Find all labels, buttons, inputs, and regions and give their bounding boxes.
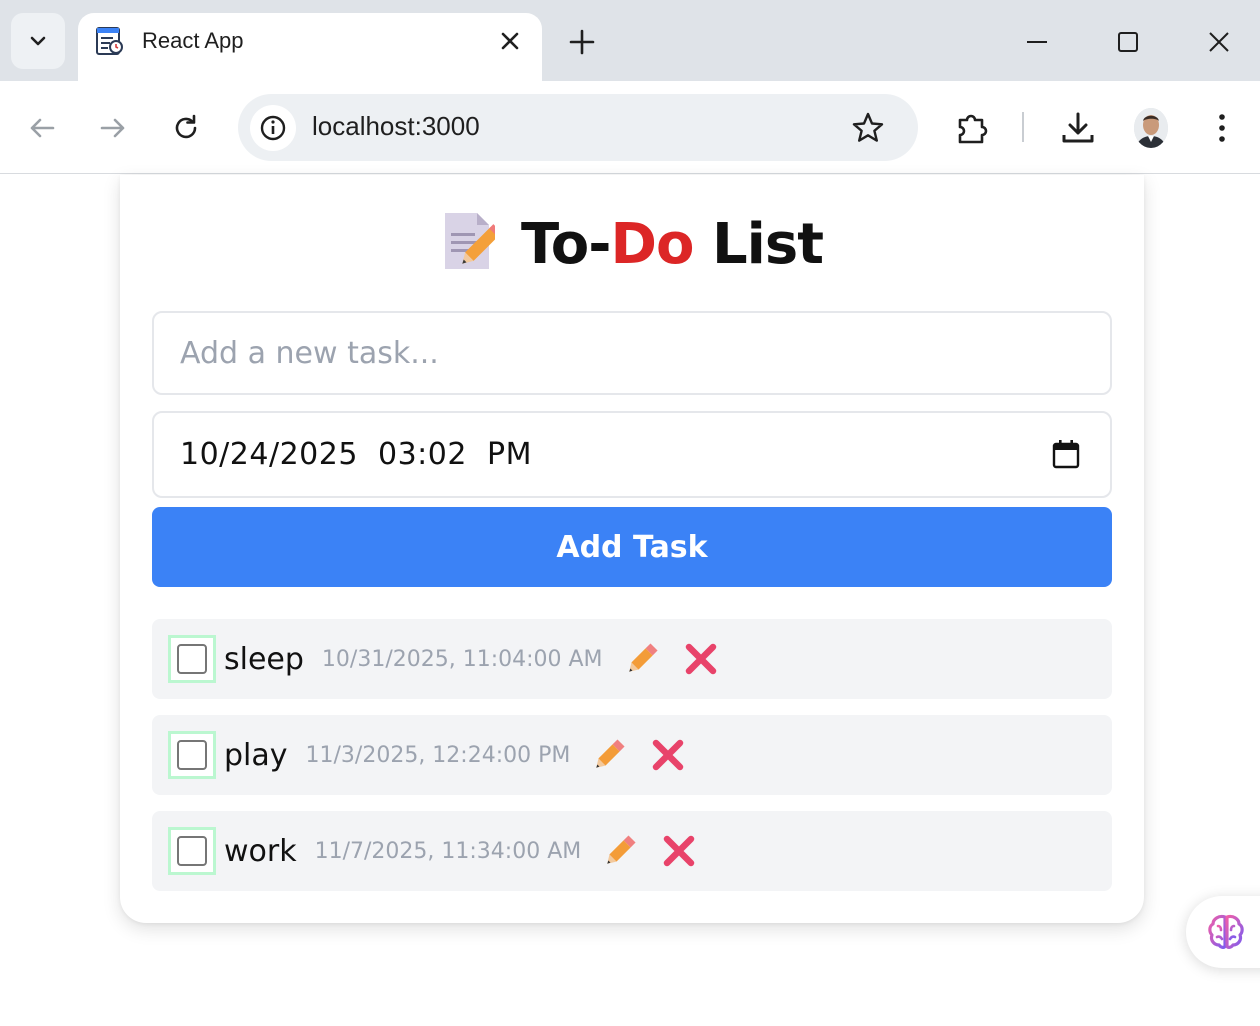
task-checkbox-wrapper bbox=[168, 827, 216, 875]
brain-icon bbox=[1208, 914, 1244, 949]
task-name: sleep bbox=[224, 641, 304, 677]
task-row: work 11/7/2025, 11:34:00 AM bbox=[152, 811, 1112, 891]
edit-pencil-icon[interactable] bbox=[590, 736, 628, 774]
menu-dots-icon[interactable] bbox=[1202, 108, 1242, 148]
tab-strip: React App bbox=[0, 0, 1260, 81]
due-datetime-input[interactable]: 10/24/2025 03:02 PM bbox=[152, 411, 1112, 498]
due-datetime-value: 10/24/2025 03:02 PM bbox=[180, 437, 532, 472]
tab-title: React App bbox=[142, 28, 244, 53]
task-due-date: 10/31/2025, 11:04:00 AM bbox=[321, 646, 603, 672]
delete-x-icon[interactable] bbox=[650, 737, 686, 773]
chevron-down-icon bbox=[30, 36, 46, 46]
task-name: work bbox=[224, 833, 297, 869]
site-info-icon bbox=[260, 115, 286, 141]
title-suffix: List bbox=[693, 212, 824, 277]
close-window-icon[interactable] bbox=[1203, 26, 1235, 58]
edit-pencil-icon[interactable] bbox=[623, 640, 661, 678]
task-row: play 11/3/2025, 12:24:00 PM bbox=[152, 715, 1112, 795]
task-name: play bbox=[224, 737, 288, 773]
memo-icon bbox=[445, 213, 496, 269]
tab-search-button[interactable] bbox=[11, 13, 65, 69]
task-row: sleep 10/31/2025, 11:04:00 AM bbox=[152, 619, 1112, 699]
task-due-date: 11/3/2025, 12:24:00 PM bbox=[305, 742, 571, 768]
toolbar-divider bbox=[1022, 112, 1024, 142]
site-info-button[interactable] bbox=[250, 105, 296, 151]
calendar-icon[interactable] bbox=[1052, 439, 1080, 469]
title-highlight: Do bbox=[610, 212, 695, 277]
new-task-input[interactable] bbox=[152, 311, 1112, 395]
todo-card: To-Do List 10/24/2025 03:02 PM Add Task … bbox=[120, 175, 1144, 923]
reload-icon[interactable] bbox=[169, 111, 203, 145]
profile-photo-icon bbox=[1134, 108, 1168, 148]
minimize-icon[interactable] bbox=[1021, 26, 1053, 58]
edit-pencil-icon[interactable] bbox=[601, 832, 639, 870]
extensions-icon[interactable] bbox=[952, 108, 992, 148]
page-title: To-Do List bbox=[120, 211, 1144, 277]
task-due-date: 11/7/2025, 11:34:00 AM bbox=[314, 838, 582, 864]
download-icon[interactable] bbox=[1058, 108, 1098, 148]
task-checkbox[interactable] bbox=[177, 644, 207, 674]
url-text: localhost:3000 bbox=[312, 111, 480, 141]
delete-x-icon[interactable] bbox=[683, 641, 719, 677]
add-task-button[interactable]: Add Task bbox=[152, 507, 1112, 587]
delete-x-icon[interactable] bbox=[661, 833, 697, 869]
maximize-icon[interactable] bbox=[1112, 26, 1144, 58]
task-checkbox-wrapper bbox=[168, 731, 216, 779]
bookmark-star-icon[interactable] bbox=[850, 110, 886, 146]
close-tab-icon[interactable] bbox=[498, 29, 522, 53]
title-prefix: To- bbox=[521, 212, 611, 277]
forward-icon[interactable] bbox=[96, 111, 130, 145]
browser-tab[interactable]: React App bbox=[78, 13, 542, 81]
browser-toolbar: localhost:3000 bbox=[0, 81, 1260, 174]
task-checkbox[interactable] bbox=[177, 836, 207, 866]
task-checkbox[interactable] bbox=[177, 740, 207, 770]
task-checkbox-wrapper bbox=[168, 635, 216, 683]
address-bar[interactable]: localhost:3000 bbox=[238, 94, 918, 161]
profile-avatar[interactable] bbox=[1134, 108, 1168, 148]
new-tab-icon[interactable] bbox=[566, 26, 598, 58]
assistant-fab-button[interactable] bbox=[1186, 896, 1260, 968]
favicon-icon bbox=[96, 27, 123, 55]
back-icon[interactable] bbox=[25, 111, 59, 145]
